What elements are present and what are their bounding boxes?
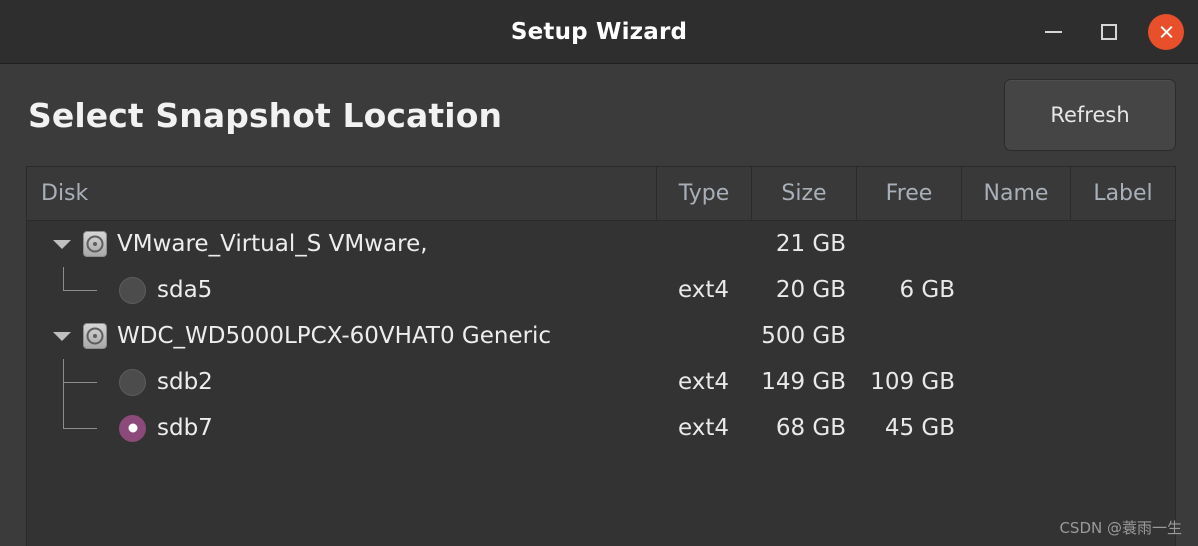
cell-size: 149 GB bbox=[751, 359, 856, 405]
cell-label bbox=[1070, 359, 1175, 405]
cell-name bbox=[961, 267, 1070, 313]
cell-type-value: ext4 bbox=[677, 415, 729, 441]
hard-disk-icon bbox=[83, 231, 107, 257]
cell-size: 68 GB bbox=[751, 405, 856, 451]
cell-size-value: 21 GB bbox=[775, 231, 846, 257]
column-header-name[interactable]: Name bbox=[961, 167, 1070, 220]
cell-name bbox=[961, 405, 1070, 451]
cell-free-value: 45 GB bbox=[884, 415, 955, 441]
table-row[interactable]: sda5 ext4 20 GB 6 GB bbox=[27, 267, 1175, 313]
refresh-button[interactable]: Refresh bbox=[1004, 79, 1176, 151]
table-row[interactable]: sdb7 ext4 68 GB 45 GB bbox=[27, 405, 1175, 451]
column-header-disk[interactable]: Disk bbox=[27, 167, 656, 220]
tree-connector-line bbox=[41, 267, 119, 313]
cell-disk: sdb7 bbox=[27, 405, 656, 451]
tree-connector-line bbox=[41, 405, 119, 451]
partition-radio-sda5[interactable] bbox=[119, 276, 146, 304]
disk-model-label: VMware_Virtual_S VMware, bbox=[117, 231, 428, 257]
tree-line-horizontal bbox=[63, 290, 97, 291]
cell-free bbox=[856, 221, 961, 267]
cell-type bbox=[656, 313, 751, 359]
cell-type: ext4 bbox=[656, 359, 751, 405]
expander-toggle[interactable] bbox=[47, 313, 77, 359]
disk-panel-wrapper: Disk Type Size Free Name Label VMware_Vi… bbox=[0, 166, 1198, 546]
setup-wizard-window: Setup Wizard Select Snapshot Location Re… bbox=[0, 0, 1198, 546]
partition-name-label: sdb2 bbox=[157, 369, 213, 395]
minimize-icon bbox=[1044, 31, 1062, 33]
cell-type-value: ext4 bbox=[677, 369, 729, 395]
column-header-free[interactable]: Free bbox=[856, 167, 961, 220]
cell-label bbox=[1070, 267, 1175, 313]
cell-free bbox=[856, 313, 961, 359]
partition-name-label: sda5 bbox=[157, 277, 213, 303]
cell-type-value: ext4 bbox=[677, 277, 729, 303]
table-row[interactable]: sdb2 ext4 149 GB 109 GB bbox=[27, 359, 1175, 405]
disk-tree-body: VMware_Virtual_S VMware, 21 GB sda5 ext4 20 … bbox=[27, 221, 1175, 546]
cell-free-value: 6 GB bbox=[899, 277, 955, 303]
cell-size: 20 GB bbox=[751, 267, 856, 313]
cell-disk: sdb2 bbox=[27, 359, 656, 405]
partition-radio-sdb7[interactable] bbox=[119, 414, 146, 442]
disk-model-label: WDC_WD5000LPCX-60VHAT0 Generic bbox=[117, 323, 552, 349]
tree-line-horizontal bbox=[63, 382, 97, 383]
partition-name-label: sdb7 bbox=[157, 415, 213, 441]
expander-toggle[interactable] bbox=[47, 221, 77, 267]
cell-type bbox=[656, 221, 751, 267]
cell-size-value: 20 GB bbox=[775, 277, 846, 303]
cell-free: 6 GB bbox=[856, 267, 961, 313]
cell-size: 500 GB bbox=[751, 313, 856, 359]
maximize-button[interactable] bbox=[1092, 15, 1126, 49]
close-icon bbox=[1159, 25, 1174, 40]
hard-disk-icon bbox=[83, 323, 107, 349]
cell-type: ext4 bbox=[656, 267, 751, 313]
cell-size-value: 500 GB bbox=[761, 323, 846, 349]
chevron-down-icon bbox=[53, 331, 71, 341]
cell-label bbox=[1070, 221, 1175, 267]
column-header-label[interactable]: Label bbox=[1070, 167, 1175, 220]
partition-radio-sdb2[interactable] bbox=[119, 368, 146, 396]
cell-free-value: 109 GB bbox=[870, 369, 955, 395]
table-row[interactable]: WDC_WD5000LPCX-60VHAT0 Generic 500 GB bbox=[27, 313, 1175, 359]
refresh-button-label: Refresh bbox=[1050, 103, 1130, 127]
cell-name bbox=[961, 221, 1070, 267]
close-button[interactable] bbox=[1148, 14, 1184, 50]
disk-tree-panel: Disk Type Size Free Name Label VMware_Vi… bbox=[26, 166, 1176, 546]
cell-disk: sda5 bbox=[27, 267, 656, 313]
tree-line-horizontal bbox=[63, 428, 97, 429]
title-bar: Setup Wizard bbox=[0, 0, 1198, 64]
table-header-row: Disk Type Size Free Name Label bbox=[27, 167, 1175, 221]
cell-label bbox=[1070, 313, 1175, 359]
column-header-type[interactable]: Type bbox=[656, 167, 751, 220]
tree-line-vertical bbox=[63, 267, 64, 290]
maximize-icon bbox=[1101, 24, 1117, 40]
tree-line-vertical bbox=[63, 405, 64, 428]
cell-size-value: 149 GB bbox=[761, 369, 846, 395]
cell-free: 45 GB bbox=[856, 405, 961, 451]
column-header-size[interactable]: Size bbox=[751, 167, 856, 220]
cell-size-value: 68 GB bbox=[775, 415, 846, 441]
tree-connector-line bbox=[41, 359, 119, 405]
cell-label bbox=[1070, 405, 1175, 451]
window-title: Setup Wizard bbox=[510, 18, 688, 45]
page-header: Select Snapshot Location Refresh bbox=[0, 64, 1198, 166]
cell-size: 21 GB bbox=[751, 221, 856, 267]
cell-name bbox=[961, 313, 1070, 359]
cell-free: 109 GB bbox=[856, 359, 961, 405]
table-row[interactable]: VMware_Virtual_S VMware, 21 GB bbox=[27, 221, 1175, 267]
cell-type: ext4 bbox=[656, 405, 751, 451]
minimize-button[interactable] bbox=[1036, 15, 1070, 49]
cell-name bbox=[961, 359, 1070, 405]
page-title: Select Snapshot Location bbox=[28, 95, 503, 135]
cell-disk: VMware_Virtual_S VMware, bbox=[27, 221, 656, 267]
cell-disk: WDC_WD5000LPCX-60VHAT0 Generic bbox=[27, 313, 656, 359]
window-controls bbox=[1036, 0, 1184, 64]
chevron-down-icon bbox=[53, 239, 71, 249]
